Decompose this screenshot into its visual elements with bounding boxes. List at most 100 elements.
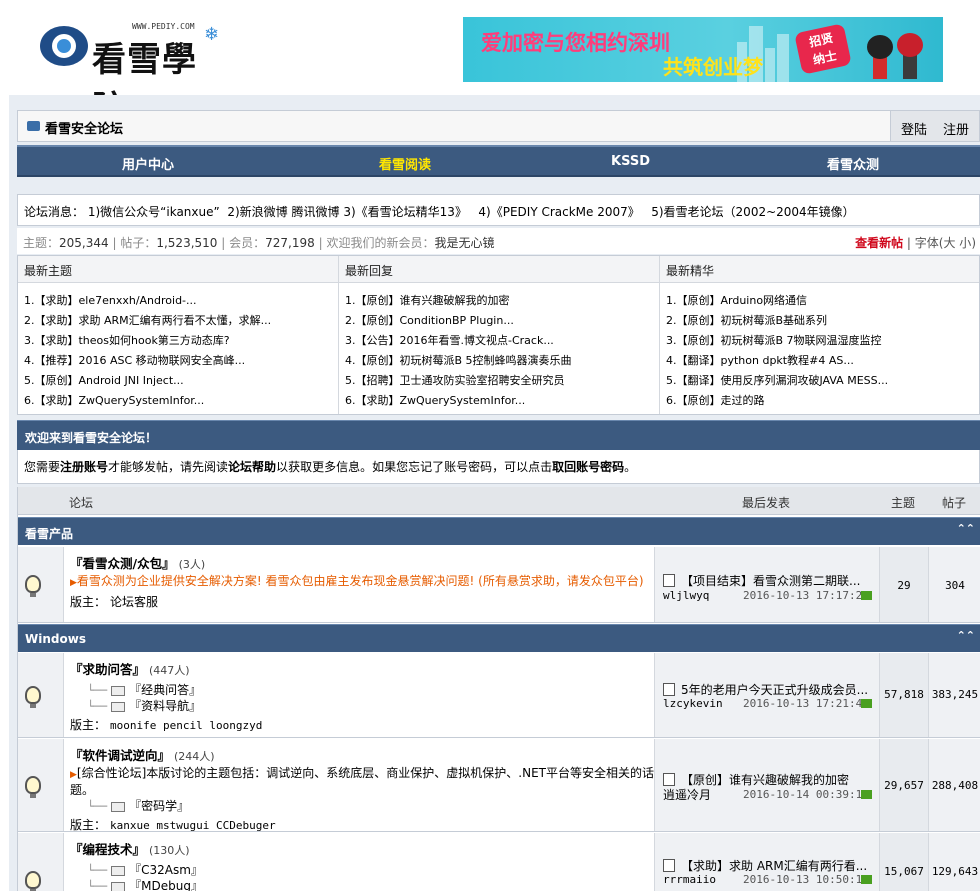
notice-link-digest[interactable]: 3)《看雪论坛精华13》 — [343, 205, 467, 219]
go-to-last-post-icon[interactable] — [861, 875, 872, 884]
notice-link-weibo[interactable]: 2)新浪微博 — [227, 205, 287, 219]
latest-digest-item: 6.【原创】走过的路 — [666, 391, 979, 411]
latest-topic-link[interactable]: 2.【求助】求助 ARM汇编有两行看不太懂，求解... — [24, 314, 271, 327]
moderators-label: 版主： — [70, 595, 107, 609]
latest-reply-link[interactable]: 4.【原创】初玩树莓派B 5控制蜂鸣器演奏乐曲 — [345, 354, 572, 367]
collapse-icon[interactable]: ⌃⌃ — [957, 629, 975, 642]
latest-digest-link[interactable]: 5.【翻译】使用反序列漏洞攻破JAVA MESS... — [666, 374, 888, 387]
moderator-names[interactable]: 论坛客服 — [110, 595, 158, 609]
latest-panel: 最新主题 1.【求助】ele7enxxh/Android-... 2.【求助】求… — [17, 255, 980, 415]
last-post-user[interactable]: 逍遥冷月 — [663, 786, 711, 803]
subforum-link[interactable]: 『MDebug』 — [129, 879, 203, 891]
last-post-user[interactable]: wljlwyq — [663, 589, 709, 602]
forum-topics-count: 29,657 — [880, 739, 929, 831]
login-link[interactable]: 登陆 — [901, 119, 927, 138]
forum-posts-count: 129,643 — [929, 833, 980, 891]
latest-reply-link[interactable]: 6.【求助】ZwQuerySystemInfor... — [345, 394, 525, 407]
site-logo[interactable]: WWW.PEDIY.COM 看雪學院 ❄ — [40, 18, 220, 129]
latest-reply-item: 1.【原创】谁有兴趣破解我的加密 — [345, 291, 659, 311]
forum-help-link[interactable]: 论坛帮助 — [228, 460, 276, 474]
latest-reply-link[interactable]: 2.【原创】ConditionBP Plugin... — [345, 314, 514, 327]
new-posts-link[interactable]: 查看新帖 — [855, 236, 903, 250]
last-post-title-text[interactable]: 【项目结束】看雪众测第二期联... — [681, 574, 860, 588]
latest-digest-link[interactable]: 1.【原创】Arduino网络通信 — [666, 294, 807, 307]
forum-name[interactable]: 『看雪众测/众包』 — [70, 556, 175, 571]
notice-link-old-forum[interactable]: 5)看雪老论坛（2002~2004年镜像） — [651, 205, 854, 219]
notice-link-wechat[interactable]: 1)微信公众号“ikanxue” — [88, 205, 220, 219]
notice-link-crackme[interactable]: 4)《PEDIY CrackMe 2007》 — [478, 205, 639, 219]
last-post-cell: 5年的老用户今天正式升级成会员... lzcykevin 2016-10-13 … — [654, 653, 880, 737]
eye-logo-icon — [40, 26, 88, 66]
latest-topic-item: 1.【求助】ele7enxxh/Android-... — [24, 291, 338, 311]
latest-reply-link[interactable]: 3.【公告】2016年看雪.博文视点-Crack... — [345, 334, 554, 347]
subforum-link[interactable]: 『C32Asm』 — [129, 863, 203, 877]
subforum-link[interactable]: 『密码学』 — [129, 799, 189, 813]
go-to-last-post-icon[interactable] — [861, 699, 872, 708]
latest-reply-link[interactable]: 1.【原创】谁有兴趣破解我的加密 — [345, 294, 510, 307]
category-name[interactable]: Windows — [25, 632, 86, 646]
register-account-link[interactable]: 注册账号 — [60, 460, 108, 474]
go-to-last-post-icon[interactable] — [861, 790, 872, 799]
latest-topics-column: 最新主题 1.【求助】ele7enxxh/Android-... 2.【求助】求… — [18, 256, 339, 414]
latest-digest-item: 1.【原创】Arduino网络通信 — [666, 291, 979, 311]
last-post-time: 2016-10-13 17:21:41 — [743, 697, 869, 710]
forum-title[interactable]: 看雪安全论坛 — [45, 118, 123, 137]
forum-status-cell — [18, 833, 64, 891]
latest-reply-item: 5.【招聘】卫士通攻防实验室招聘安全研究员 — [345, 371, 659, 391]
posts-label: 帖子： — [120, 236, 157, 250]
notice-link-tencent-weibo[interactable]: 腾讯微博 — [292, 205, 340, 219]
nav-user-center[interactable]: 用户中心 — [122, 154, 174, 173]
latest-topic-link[interactable]: 1.【求助】ele7enxxh/Android-... — [24, 294, 197, 307]
last-post-time: 2016-10-14 00:39:11 — [743, 788, 869, 801]
register-link[interactable]: 注册 — [943, 119, 969, 138]
forum-name[interactable]: 『编程技术』 — [70, 842, 145, 857]
latest-reply-item: 2.【原创】ConditionBP Plugin... — [345, 311, 659, 331]
latest-reply-link[interactable]: 5.【招聘】卫士通攻防实验室招聘安全研究员 — [345, 374, 565, 387]
last-post-title-text[interactable]: 5年的老用户今天正式升级成会员... — [681, 683, 868, 697]
last-post-title[interactable]: 【项目结束】看雪众测第二期联... — [663, 572, 875, 589]
last-post-title-text[interactable]: 【原创】谁有兴趣破解我的加密 — [681, 773, 849, 787]
latest-digest-link[interactable]: 4.【翻译】python dpkt教程#4 AS... — [666, 354, 854, 367]
last-post-title[interactable]: 5年的老用户今天正式升级成会员... — [663, 681, 875, 698]
nav-kssd[interactable]: KSSD — [611, 154, 650, 169]
collapse-icon[interactable]: ⌃⌃ — [957, 522, 975, 535]
latest-digest-link[interactable]: 3.【原创】初玩树莓派B 7物联网温湿度监控 — [666, 334, 882, 347]
col-forum: 论坛 — [69, 496, 94, 510]
nav-crowd-test[interactable]: 看雪众测 — [827, 154, 879, 173]
last-post-title[interactable]: 【求助】求助 ARM汇编有两行看... — [663, 857, 875, 874]
newest-member[interactable]: 我是无心镜 — [434, 236, 494, 250]
latest-digest-item: 4.【翻译】python dpkt教程#4 AS... — [666, 351, 979, 371]
subforum-item: └── 『C32Asm』 — [74, 863, 203, 877]
notice-label: 论坛消息： — [24, 205, 85, 219]
category-name[interactable]: 看雪产品 — [25, 527, 73, 541]
latest-topic-link[interactable]: 6.【求助】ZwQuerySystemInfor... — [24, 394, 204, 407]
last-post-title-text[interactable]: 【求助】求助 ARM汇编有两行看... — [681, 859, 867, 873]
subforum-link[interactable]: 『经典问答』 — [129, 683, 201, 697]
latest-topic-link[interactable]: 5.【原创】Android JNI Inject... — [24, 374, 184, 387]
subforum-link[interactable]: 『资料导航』 — [129, 699, 201, 713]
latest-digest-link[interactable]: 6.【原创】走过的路 — [666, 394, 765, 407]
font-large-link[interactable]: 大 — [943, 236, 955, 250]
recover-password-link[interactable]: 取回账号密码 — [552, 460, 624, 474]
moderator-names[interactable]: kanxue mstwugui CCDebuger — [110, 819, 276, 832]
moderator-names[interactable]: moonife pencil loongzyd — [110, 719, 262, 732]
go-to-last-post-icon[interactable] — [861, 591, 872, 600]
last-post-user[interactable]: rrrmaiio — [663, 873, 716, 886]
latest-reply-item: 4.【原创】初玩树莓派B 5控制蜂鸣器演奏乐曲 — [345, 351, 659, 371]
forum-name[interactable]: 『求助问答』 — [70, 662, 145, 677]
latest-digest-link[interactable]: 2.【原创】初玩树莓派B基础系列 — [666, 314, 827, 327]
ad-banner[interactable]: 爱加密与您相约深圳 共筑创业梦 招贤 纳士 — [463, 17, 943, 82]
banner-badge: 招贤 纳士 — [794, 23, 852, 75]
font-small-link[interactable]: 小 — [959, 236, 971, 250]
topics-label: 主题： — [23, 236, 60, 250]
last-post-user[interactable]: lzcykevin — [663, 697, 723, 710]
moderators-label: 版主： — [70, 718, 107, 732]
latest-digest-item: 5.【翻译】使用反序列漏洞攻破JAVA MESS... — [666, 371, 979, 391]
latest-topic-link[interactable]: 3.【求助】theos如何hook第三方动态库? — [24, 334, 230, 347]
document-icon — [663, 773, 675, 786]
forum-name[interactable]: 『软件调试逆向』 — [70, 748, 170, 763]
nav-kanxue-read[interactable]: 看雪阅读 — [379, 154, 431, 173]
forum-description-text: 看雪众测为企业提供安全解决方案! 看雪众包由雇主发布现金悬赏解决问题! (所有悬… — [76, 574, 644, 588]
forum-online-count: (3人) — [178, 558, 206, 571]
latest-topic-link[interactable]: 4.【推荐】2016 ASC 移动物联网安全高峰... — [24, 354, 245, 367]
